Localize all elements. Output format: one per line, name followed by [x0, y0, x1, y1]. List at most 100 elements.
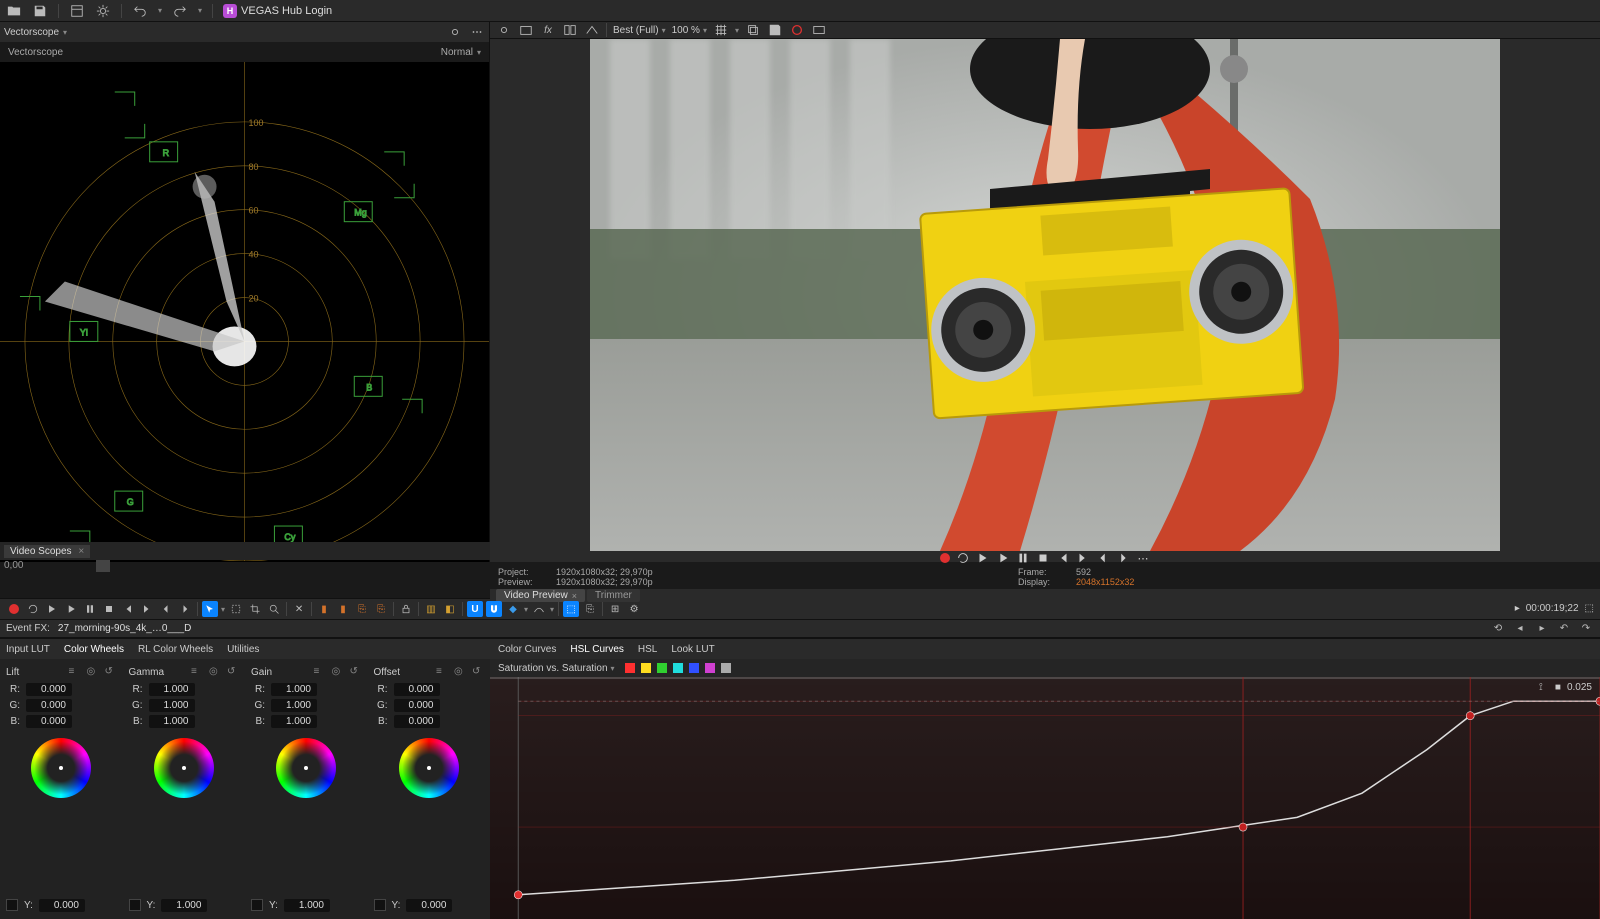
reset-icon[interactable]: ↺ [350, 666, 362, 678]
record-button[interactable] [940, 553, 950, 563]
target-icon[interactable]: ◎ [209, 666, 221, 678]
b-value[interactable]: 0.000 [394, 715, 440, 728]
sliders-icon[interactable]: ≡ [436, 666, 448, 678]
more-icon[interactable] [469, 24, 485, 40]
u-button[interactable]: U [467, 601, 483, 617]
y-value[interactable]: 0.000 [39, 899, 85, 912]
split-icon[interactable] [562, 22, 578, 38]
fx-icon[interactable]: fx [540, 22, 556, 38]
r-value[interactable]: 1.000 [149, 683, 195, 696]
record-button[interactable] [6, 601, 22, 617]
scopes-dropdown[interactable]: Vectorscope▾ [4, 27, 67, 38]
stop-icon[interactable] [1036, 551, 1050, 565]
marker-icon[interactable] [96, 560, 110, 572]
color-wheel[interactable] [154, 738, 214, 798]
marker-a-icon[interactable]: ▮ [316, 601, 332, 617]
color-wheel[interactable] [399, 738, 459, 798]
fx-undo-icon[interactable]: ↶ [1556, 621, 1572, 637]
undo-icon[interactable] [132, 3, 148, 19]
add-track-icon[interactable]: ⊞ [607, 601, 623, 617]
b-value[interactable]: 0.000 [26, 715, 72, 728]
tab-input-lut[interactable]: Input LUT [6, 644, 50, 655]
tool-dropdown[interactable]: ▾ [221, 605, 225, 614]
more-icon[interactable]: ⋯ [1136, 551, 1150, 565]
tab-utilities[interactable]: Utilities [227, 644, 259, 655]
tab-color-wheels[interactable]: Color Wheels [64, 644, 124, 655]
color-wheel[interactable] [276, 738, 336, 798]
go-end-icon[interactable] [1076, 551, 1090, 565]
undo-dropdown[interactable]: ▾ [158, 6, 162, 15]
toggle-box[interactable] [6, 899, 18, 911]
magnet-icon[interactable] [486, 601, 502, 617]
g-value[interactable]: 0.000 [394, 699, 440, 712]
channel-chip[interactable] [705, 663, 715, 673]
gear-icon[interactable] [95, 3, 111, 19]
close-icon[interactable]: × [78, 546, 84, 557]
preview-viewport[interactable] [490, 39, 1600, 551]
marker-b-icon[interactable]: ▮ [335, 601, 351, 617]
selection-tool[interactable] [228, 601, 244, 617]
channel-chip[interactable] [689, 663, 699, 673]
loop-icon[interactable] [956, 551, 970, 565]
channel-chip[interactable] [657, 663, 667, 673]
g-value[interactable]: 1.000 [271, 699, 317, 712]
stop-icon[interactable] [101, 601, 117, 617]
toggle-box[interactable] [251, 899, 263, 911]
marker-d-icon[interactable]: ⎘ [373, 601, 389, 617]
pause-icon[interactable] [1016, 551, 1030, 565]
go-end-icon[interactable] [139, 601, 155, 617]
next-frame-icon[interactable] [177, 601, 193, 617]
tab-video-scopes[interactable]: Video Scopes × [4, 545, 90, 558]
zoom-tool[interactable] [266, 601, 282, 617]
fx-prev-icon[interactable]: ◂ [1512, 621, 1528, 637]
tab-rl-color-wheels[interactable]: RL Color Wheels [138, 644, 213, 655]
r-value[interactable]: 1.000 [271, 683, 317, 696]
normal-edit-tool[interactable] [202, 601, 218, 617]
channel-chip[interactable] [625, 663, 635, 673]
go-start-icon[interactable] [120, 601, 136, 617]
target-icon[interactable]: ◎ [87, 666, 99, 678]
channel-chip[interactable] [673, 663, 683, 673]
go-start-icon[interactable] [1056, 551, 1070, 565]
channel-chip[interactable] [721, 663, 731, 673]
fade-dropdown[interactable]: ▾ [550, 605, 554, 614]
tab-hsl-curves[interactable]: HSL Curves [570, 644, 624, 655]
play-icon[interactable] [996, 551, 1010, 565]
curves-graph[interactable]: ⟟ ■ 0.025 [490, 677, 1600, 919]
gear-icon[interactable] [447, 24, 463, 40]
quality-dropdown[interactable]: Best (Full)▾ [613, 25, 666, 36]
ripple-icon[interactable]: ◆ [505, 601, 521, 617]
fx-redo-icon[interactable]: ↷ [1578, 621, 1594, 637]
redo-dropdown[interactable]: ▾ [198, 6, 202, 15]
sliders-icon[interactable]: ≡ [314, 666, 326, 678]
cancel-icon[interactable]: ✕ [291, 601, 307, 617]
snap-b-icon[interactable]: ◧ [442, 601, 458, 617]
hub-login-button[interactable]: H VEGAS Hub Login [223, 4, 332, 18]
play-start-icon[interactable] [976, 551, 990, 565]
group-icon[interactable]: ⎘ [582, 601, 598, 617]
g-value[interactable]: 1.000 [149, 699, 195, 712]
curves-mode-dropdown[interactable]: Saturation vs. Saturation▾ [498, 663, 615, 674]
prev-frame-icon[interactable] [1096, 551, 1110, 565]
save-snapshot-icon[interactable] [767, 22, 783, 38]
zoom-dropdown[interactable]: 100 %▾ [672, 25, 707, 36]
external-icon[interactable] [518, 22, 534, 38]
channel-chip[interactable] [641, 663, 651, 673]
toggle-box[interactable] [374, 899, 386, 911]
sliders-icon[interactable]: ≡ [191, 666, 203, 678]
next-frame-icon[interactable] [1116, 551, 1130, 565]
envelope-icon[interactable]: ⬚ [563, 601, 579, 617]
loop-icon[interactable] [25, 601, 41, 617]
b-value[interactable]: 1.000 [271, 715, 317, 728]
properties-icon[interactable] [69, 3, 85, 19]
auto-crossfade-icon[interactable] [531, 601, 547, 617]
marker-c-icon[interactable]: ⎘ [354, 601, 370, 617]
r-value[interactable]: 0.000 [394, 683, 440, 696]
target-icon[interactable]: ◎ [454, 666, 466, 678]
tv-icon[interactable] [811, 22, 827, 38]
reset-icon[interactable]: ↺ [105, 666, 117, 678]
y-value[interactable]: 1.000 [161, 899, 207, 912]
play-icon[interactable] [63, 601, 79, 617]
target-icon[interactable]: ◎ [332, 666, 344, 678]
gear-icon[interactable] [496, 22, 512, 38]
